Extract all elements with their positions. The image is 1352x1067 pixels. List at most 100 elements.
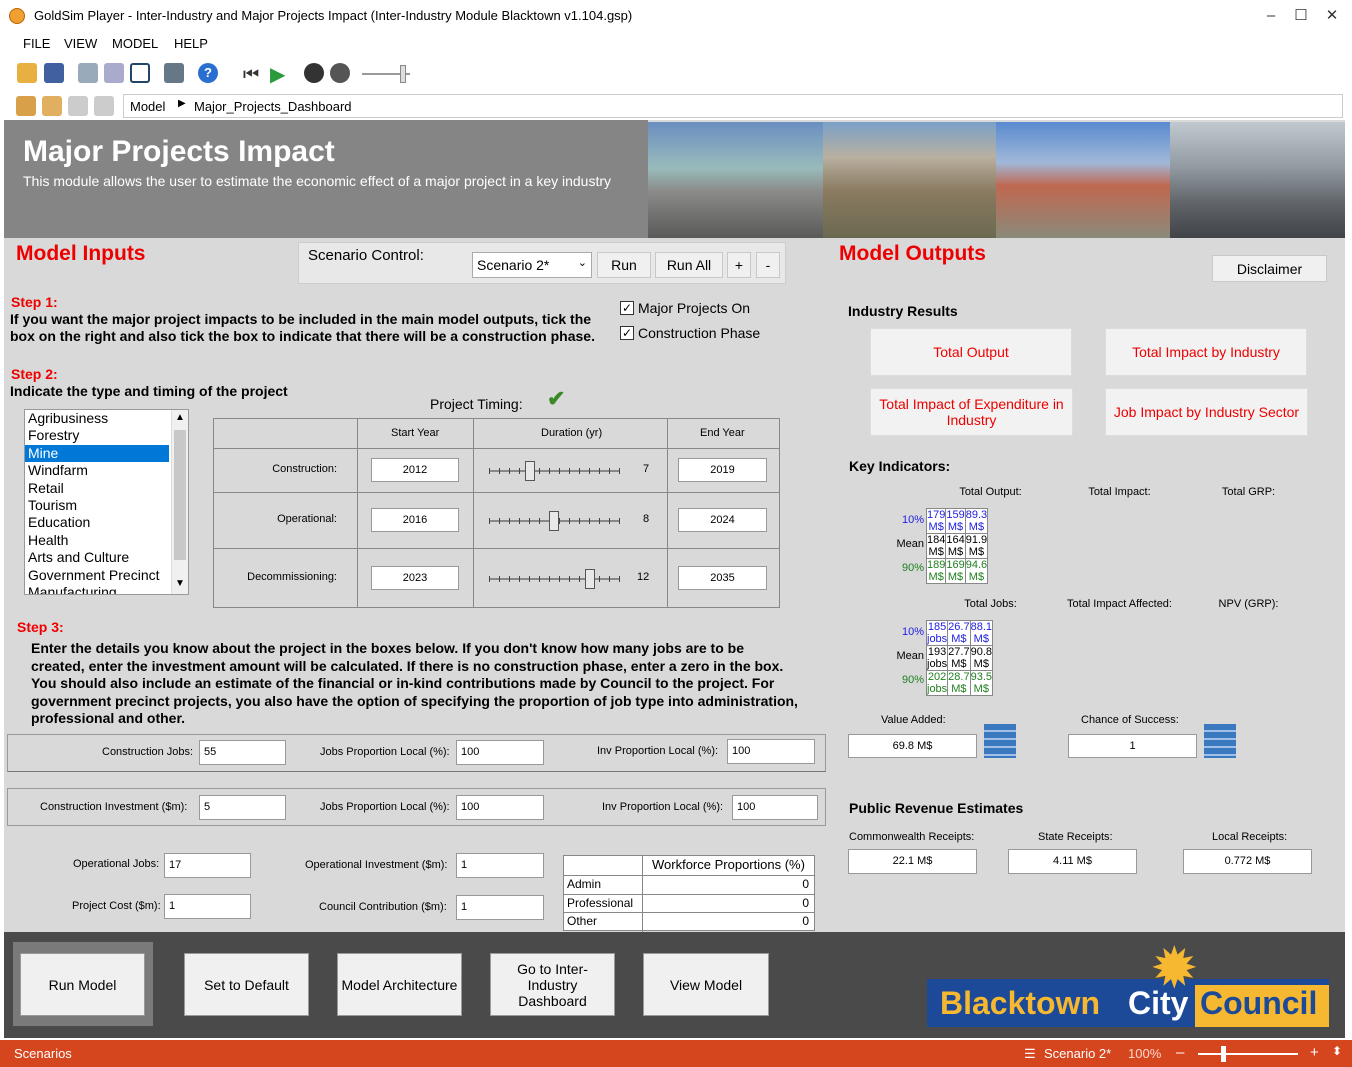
scenario-select[interactable]: Scenario 2* ⌄ [472, 252, 592, 278]
scroll-up-icon[interactable]: ▲ [175, 412, 185, 423]
zoom-slider-thumb[interactable] [1221, 1046, 1226, 1062]
scroll-thumb[interactable] [174, 430, 186, 560]
rewind-icon[interactable]: ⏮ [243, 64, 259, 85]
slider-tick [499, 576, 500, 582]
start-year-input[interactable]: 2016 [371, 508, 459, 532]
zoom-in-icon[interactable]: + [1310, 1044, 1319, 1061]
speed-slider-thumb[interactable] [400, 65, 406, 83]
workforce-row-input[interactable]: 0 [802, 896, 809, 910]
end-year-input[interactable]: 2024 [678, 508, 767, 532]
start-year-input[interactable]: 2012 [371, 458, 459, 482]
total-output-button[interactable]: Total Output [870, 328, 1072, 376]
duration-slider[interactable] [489, 461, 620, 481]
jobs-prop-local-input-2[interactable]: 100 [456, 795, 544, 820]
menu-file[interactable]: FILE [23, 36, 50, 51]
jobs-prop-local-input[interactable]: 100 [456, 740, 544, 765]
close-icon[interactable]: ✕ [1317, 4, 1347, 28]
remove-scenario-button[interactable]: - [756, 252, 780, 278]
total-impact-industry-button[interactable]: Total Impact by Industry [1105, 328, 1307, 376]
council-contribution-input[interactable]: 1 [456, 895, 544, 920]
slider-tick [579, 518, 580, 524]
menu-model[interactable]: MODEL [112, 36, 158, 51]
set-default-button[interactable]: Set to Default [184, 953, 309, 1016]
minimize-icon[interactable]: – [1256, 4, 1286, 28]
fit-icon[interactable]: ⬍ [1332, 1044, 1342, 1058]
construction-phase-checkbox[interactable]: ✓ [620, 326, 634, 340]
search-icon[interactable] [130, 63, 150, 83]
view-model-button[interactable]: View Model [643, 953, 769, 1016]
slider-tick [569, 576, 570, 582]
duration-slider-thumb[interactable] [549, 511, 559, 531]
industry-list-item[interactable]: Windfarm [25, 462, 169, 479]
chart-icon-2[interactable] [1204, 724, 1236, 758]
industry-list-item[interactable]: Agribusiness [25, 410, 169, 427]
menu-view[interactable]: VIEW [64, 36, 97, 51]
model-architecture-button[interactable]: Model Architecture [337, 953, 462, 1016]
maximize-icon[interactable]: ☐ [1286, 4, 1316, 28]
construction-jobs-input[interactable]: 55 [199, 740, 286, 765]
construction-investment-input[interactable]: 5 [199, 795, 286, 820]
workforce-row-input[interactable]: 0 [802, 877, 809, 891]
help-icon[interactable]: ? [198, 63, 218, 83]
major-projects-checkbox[interactable]: ✓ [620, 301, 634, 315]
duration-slider[interactable] [489, 569, 620, 589]
operational-jobs-input[interactable]: 17 [164, 853, 251, 878]
industry-list-item[interactable]: Manufacturing [25, 584, 169, 594]
workforce-row-input[interactable]: 0 [802, 914, 809, 928]
industry-list-item[interactable]: Health [25, 532, 169, 549]
list-scrollbar[interactable]: ▲ ▼ [171, 410, 188, 594]
slider-tick [529, 518, 530, 524]
industry-list[interactable]: Agribusiness Forestry Mine Windfarm Retail To… [24, 409, 189, 595]
chart-icon[interactable] [984, 724, 1016, 758]
scenarios-tab[interactable]: Scenarios [14, 1046, 72, 1061]
industry-list-item[interactable]: Arts and Culture [25, 549, 169, 566]
save-icon[interactable] [44, 63, 64, 83]
disclaimer-button[interactable]: Disclaimer [1212, 255, 1327, 282]
note-icon[interactable] [104, 63, 124, 83]
end-year-input[interactable]: 2035 [678, 566, 767, 590]
industry-list-item[interactable]: Mine [25, 444, 169, 463]
job-impact-button[interactable]: Job Impact by Industry Sector [1105, 388, 1308, 436]
duration-slider-thumb[interactable] [585, 569, 595, 589]
industry-list-item[interactable]: Government Precinct [25, 567, 169, 584]
industry-list-item[interactable]: Tourism [25, 497, 169, 514]
open-folder-icon[interactable] [17, 63, 37, 83]
indicator-grid: 179 M$ 159 M$ 89.3 M$ 184 M$ 164 M$ 91.9 M$ 18… [925, 508, 989, 584]
run-model-button[interactable]: Run Model [20, 953, 145, 1016]
industry-list-item[interactable]: Education [25, 514, 169, 531]
industry-list-item[interactable]: Retail [25, 480, 169, 497]
step-icon[interactable] [304, 63, 324, 83]
indicator-row: 184 M$ 164 M$ 91.9 M$ [925, 533, 989, 559]
industry-list-item[interactable]: Forestry [25, 427, 169, 444]
play-icon[interactable]: ▶ [270, 62, 285, 87]
end-year-input[interactable]: 2019 [678, 458, 767, 482]
duration-slider[interactable] [489, 511, 620, 531]
run-all-button[interactable]: Run All [655, 252, 723, 278]
page-subtitle: This module allows the user to estimate … [23, 173, 612, 189]
run-button[interactable]: Run [597, 252, 651, 278]
inv-prop-local-input-2[interactable]: 100 [732, 795, 818, 820]
menu-help[interactable]: HELP [174, 36, 208, 51]
settings-icon[interactable] [164, 63, 184, 83]
breadcrumb-current[interactable]: Major_Projects_Dashboard [194, 99, 352, 114]
inv-prop-local-input[interactable]: 100 [727, 739, 815, 764]
goto-dashboard-button[interactable]: Go to Inter-Industry Dashboard [490, 953, 615, 1016]
operational-investment-input[interactable]: 1 [456, 853, 544, 878]
up-folder-icon[interactable] [42, 96, 62, 116]
duration-slider-thumb[interactable] [525, 461, 535, 481]
zoom-out-icon[interactable]: – [1176, 1044, 1184, 1061]
forward-icon[interactable] [94, 96, 114, 116]
scroll-down-icon[interactable]: ▼ [175, 578, 185, 589]
tree-icon[interactable] [78, 63, 98, 83]
reset-icon[interactable] [330, 63, 350, 83]
zoom-slider[interactable] [1198, 1053, 1298, 1055]
model-inputs-heading: Model Inputs [16, 242, 146, 265]
start-year-input[interactable]: 2023 [371, 566, 459, 590]
home-icon[interactable] [16, 96, 36, 116]
add-scenario-button[interactable]: + [727, 252, 751, 278]
back-icon[interactable] [68, 96, 88, 116]
indicator-cell: 189 M$ [925, 558, 947, 584]
expenditure-impact-button[interactable]: Total Impact of Expenditure in Industry [870, 388, 1073, 436]
project-cost-input[interactable]: 1 [164, 894, 251, 919]
breadcrumb-root[interactable]: Model [130, 99, 165, 114]
